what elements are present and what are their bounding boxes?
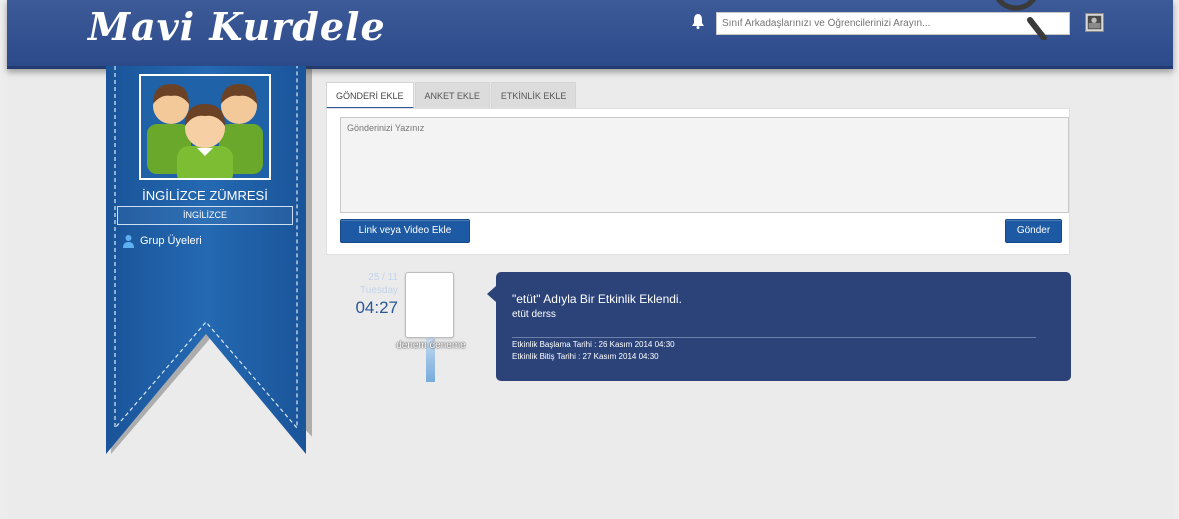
magnifier-icon[interactable] [990, 0, 1050, 40]
timeline-day: 25 / 11 [368, 272, 398, 283]
timeline-date: 25 / 11 Tuesday 04:27 [340, 272, 398, 318]
post-textarea[interactable] [340, 117, 1069, 213]
bell-icon[interactable] [691, 13, 705, 29]
event-card [496, 272, 1071, 381]
group-subject-badge[interactable]: İNGİLİZCE [117, 206, 293, 225]
group-members-label: Grup Üyeleri [140, 235, 202, 247]
author-name[interactable]: denem deneme [391, 340, 471, 351]
group-members-link[interactable]: Grup Üyeleri [123, 232, 202, 250]
site-logo[interactable]: Mavi Kurdele [88, 4, 386, 49]
timeline-weekday: Tuesday [360, 285, 398, 296]
group-photo[interactable] [139, 74, 271, 180]
tab-add-poll[interactable]: ANKET EKLE [414, 82, 490, 109]
add-link-video-button[interactable]: Link veya Video Ekle [340, 219, 470, 243]
timeline-time: 04:27 [355, 298, 398, 317]
event-divider [512, 337, 1036, 338]
author-avatar[interactable] [405, 272, 454, 338]
profile-thumbnail-icon[interactable] [1085, 13, 1104, 32]
event-pointer [487, 286, 496, 302]
user-icon [123, 235, 134, 248]
tab-add-post[interactable]: GÖNDERİ EKLE [326, 82, 414, 109]
event-description: etüt derss [512, 309, 556, 320]
send-button[interactable]: Gönder [1005, 219, 1062, 243]
event-end-date: Etkinlik Bitiş Tarihi : 27 Kasım 2014 04… [512, 352, 659, 361]
event-title: "etüt" Adıyla Bir Etkinlik Eklendi. [512, 292, 682, 306]
group-name: İNGİLİZCE ZÜMRESİ [142, 188, 268, 203]
composer-tabs: GÖNDERİ EKLE ANKET EKLE ETKİNLİK EKLE [326, 82, 577, 109]
tab-add-event[interactable]: ETKİNLİK EKLE [490, 82, 577, 109]
event-start-date: Etkinlik Başlama Tarihi : 26 Kasım 2014 … [512, 340, 675, 349]
